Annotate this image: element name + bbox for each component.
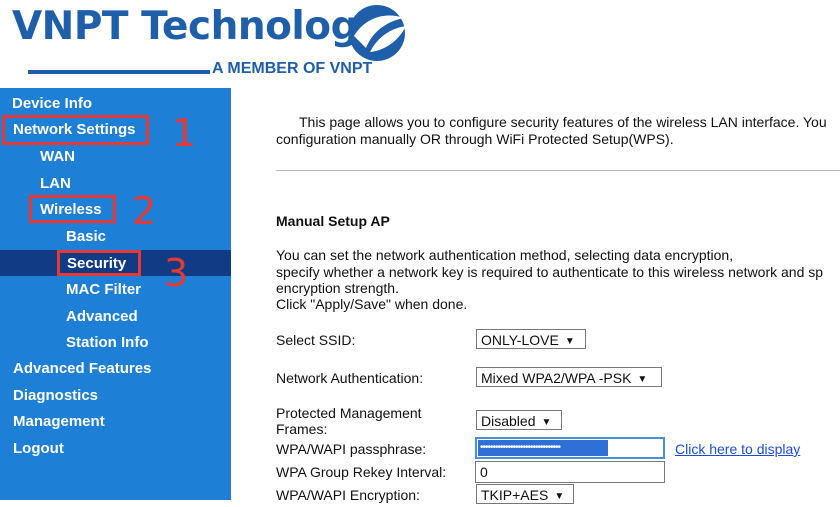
pmf-select[interactable]: Disabled ▼ — [476, 410, 562, 430]
passphrase-masked-value: •••••••••••••••••••••••••••••••• — [480, 442, 561, 453]
intro-line-2: configuration manually OR through WiFi P… — [276, 131, 674, 147]
pmf-select-value: Disabled — [481, 413, 536, 429]
sidebar-item-wan[interactable]: WAN — [40, 148, 75, 166]
annotation-box-wireless — [29, 195, 116, 223]
sidebar-item-advanced[interactable]: Advanced — [66, 308, 138, 326]
divider — [276, 170, 840, 171]
annotation-number-3: 3 — [164, 251, 189, 295]
auth-label: Network Authentication: — [276, 370, 424, 386]
ssid-select[interactable]: ONLY-LOVE ▼ — [476, 329, 586, 349]
sidebar-item-logout[interactable]: Logout — [13, 440, 64, 458]
sidebar-item-device-info[interactable]: Device Info — [12, 95, 92, 113]
sidebar-item-advanced-features[interactable]: Advanced Features — [13, 360, 151, 378]
show-passphrase-link[interactable]: Click here to display — [675, 441, 800, 457]
ssid-select-value: ONLY-LOVE — [481, 332, 559, 348]
brand-title: VNPT Technology — [12, 4, 383, 49]
passphrase-label: WPA/WAPI passphrase: — [276, 441, 427, 457]
dropdown-arrow-icon: ▼ — [637, 374, 648, 385]
ssid-label: Select SSID: — [276, 332, 356, 348]
pmf-label-line-2: Frames: — [276, 421, 328, 437]
vnpt-logo-icon — [349, 5, 406, 61]
tagline: A MEMBER OF VNPT — [212, 60, 373, 77]
desc-line-4: Click "Apply/Save" when done. — [276, 296, 468, 312]
tagline-bar — [28, 70, 210, 74]
auth-select[interactable]: Mixed WPA2/WPA -PSK ▼ — [476, 367, 662, 387]
encryption-select-value: TKIP+AES — [481, 487, 549, 503]
pmf-label-line-1: Protected Management — [276, 405, 422, 421]
encryption-label: WPA/WAPI Encryption: — [276, 487, 420, 503]
encryption-select[interactable]: TKIP+AES ▼ — [476, 484, 574, 504]
annotation-number-2: 2 — [132, 189, 157, 233]
annotation-box-security — [57, 250, 141, 276]
sidebar-item-station-info[interactable]: Station Info — [66, 334, 149, 352]
sidebar-item-lan[interactable]: LAN — [40, 175, 71, 193]
rekey-interval-input[interactable]: 0 — [475, 461, 665, 483]
dropdown-arrow-icon: ▼ — [554, 491, 565, 502]
desc-line-1: You can set the network authentication m… — [276, 247, 734, 263]
rekey-interval-value: 0 — [480, 464, 488, 480]
desc-line-2: specify whether a network key is require… — [276, 264, 824, 280]
section-title: Manual Setup AP — [276, 213, 390, 229]
annotation-box-network-settings — [2, 115, 149, 145]
rekey-label: WPA Group Rekey Interval: — [276, 464, 447, 480]
header: VNPT Technology A MEMBER OF VNPT — [0, 0, 840, 88]
sidebar-item-management[interactable]: Management — [13, 413, 105, 431]
auth-select-value: Mixed WPA2/WPA -PSK — [481, 370, 632, 386]
dropdown-arrow-icon: ▼ — [541, 417, 552, 428]
desc-line-3: encryption strength. — [276, 280, 399, 296]
dropdown-arrow-icon: ▼ — [564, 336, 575, 347]
sidebar-item-diagnostics[interactable]: Diagnostics — [13, 387, 98, 405]
intro-line-1: This page allows you to configure securi… — [299, 114, 827, 130]
sidebar-item-basic[interactable]: Basic — [66, 228, 106, 246]
annotation-number-1: 1 — [172, 111, 197, 155]
sidebar-item-mac-filter[interactable]: MAC Filter — [66, 281, 141, 299]
